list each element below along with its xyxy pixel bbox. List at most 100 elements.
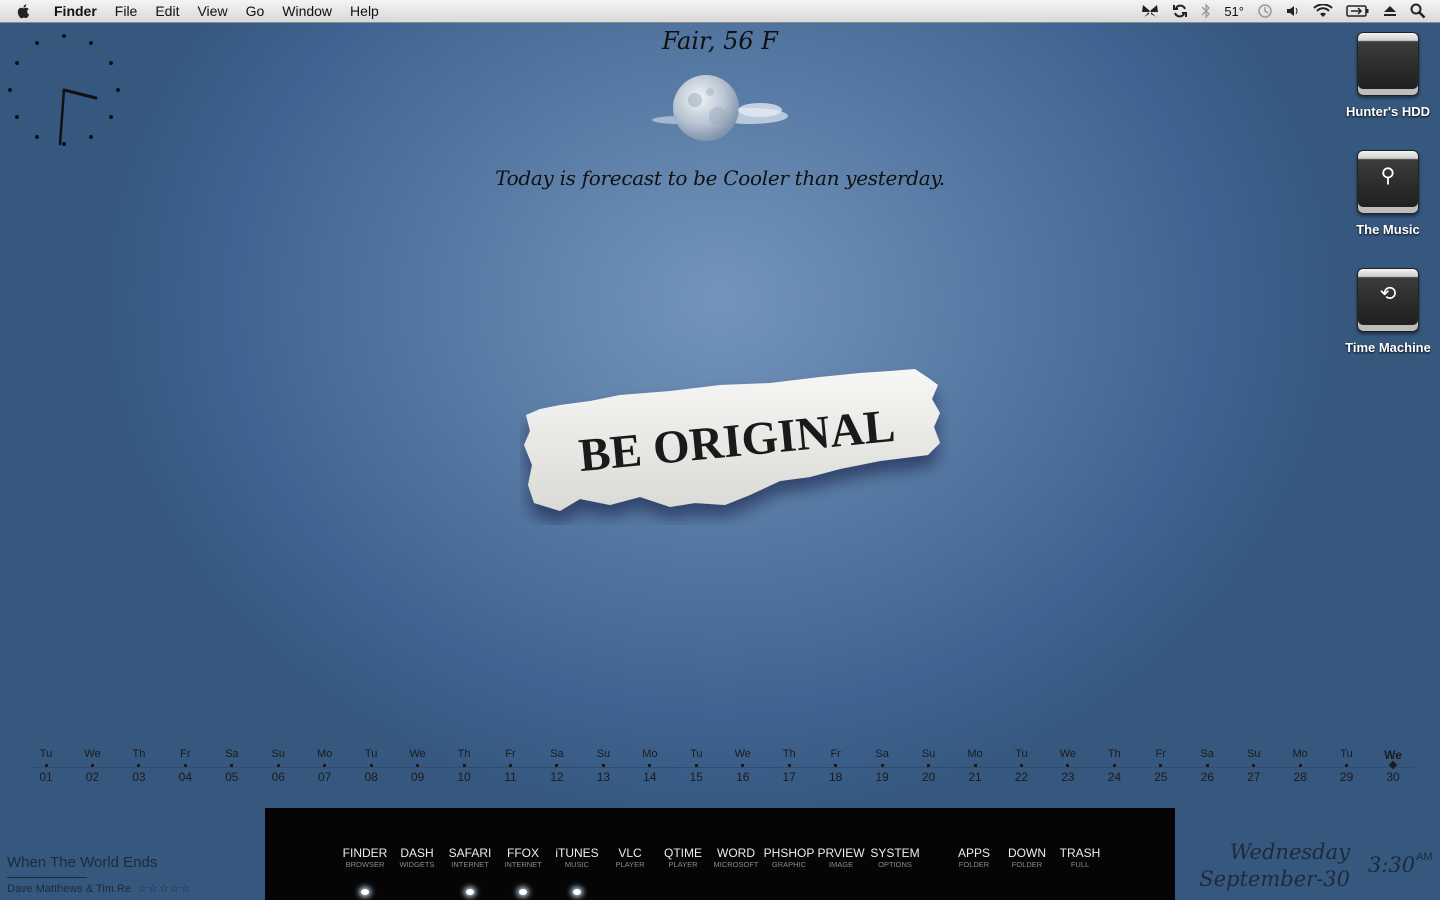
date-weekday: Wednesday — [1229, 840, 1350, 864]
firewire-drive-icon: ⚲ — [1357, 150, 1419, 214]
dock-item-trash[interactable]: TRASH FULL — [1050, 847, 1110, 870]
calendar-date: 14 — [643, 770, 657, 784]
calendar-date: 10 — [457, 770, 471, 784]
calendar-day: We 23 — [1048, 748, 1088, 784]
butterfly-icon[interactable] — [1141, 4, 1159, 18]
dock-item-qtime[interactable]: QTIME PLAYER — [653, 847, 713, 870]
calendar-day: Mo 14 — [630, 748, 670, 784]
calendar-date: 05 — [225, 770, 239, 784]
calendar-day: Fr 25 — [1141, 748, 1181, 784]
dock-item-dash[interactable]: DASH WIDGETS — [387, 847, 447, 870]
calendar-day: We 09 — [398, 748, 438, 784]
calendar-date: 06 — [271, 770, 285, 784]
calendar-date: 02 — [85, 770, 100, 784]
dock-item-apps[interactable]: APPS FOLDER — [944, 846, 1004, 870]
calendar-day: Su 27 — [1234, 748, 1274, 784]
dock-item-itunes[interactable]: iTUNES MUSIC — [547, 847, 607, 895]
drive-label: The Music — [1356, 222, 1420, 237]
dock-item-word[interactable]: WORD MICROSOFT — [706, 847, 766, 870]
calendar-dot — [880, 764, 884, 767]
calendar-day: Fr 04 — [165, 748, 205, 784]
calendar-date: 07 — [318, 770, 332, 784]
calendar-dot — [1019, 764, 1023, 767]
drive-label: Time Machine — [1345, 340, 1431, 355]
calendar-dot — [741, 764, 745, 767]
calendar-day: Sa 05 — [212, 748, 252, 784]
dock-item-subtitle: MUSIC — [564, 860, 590, 869]
calendar-dot — [462, 764, 466, 767]
drive-the-music[interactable]: ⚲ The Music — [1340, 150, 1436, 237]
calendar-date: 01 — [39, 770, 53, 784]
sync-icon[interactable] — [1172, 3, 1188, 19]
calendar-day: Mo 28 — [1280, 748, 1320, 784]
dock-item-vlc[interactable]: VLC PLAYER — [600, 846, 660, 870]
calendar-weekday: Th — [457, 748, 471, 760]
calendar-dot — [1252, 764, 1256, 767]
calendar-day: Mo 21 — [955, 748, 995, 784]
menu-edit[interactable]: Edit — [146, 0, 188, 22]
calendar-weekday: Mo — [642, 748, 658, 760]
calendar-date: 21 — [968, 770, 982, 784]
dock-item-subtitle: PLAYER — [615, 860, 645, 869]
calendar-day: Th 03 — [119, 748, 159, 784]
time-ampm: AM — [1416, 851, 1433, 863]
calendar-date: 28 — [1293, 770, 1307, 784]
calendar-day: Su 13 — [583, 748, 623, 784]
calendar-weekday: We — [409, 748, 426, 760]
clock-hour-hand — [62, 88, 98, 100]
drive-hunters-hdd[interactable]: Hunter's HDD — [1340, 32, 1436, 119]
dock-item-name: VLC — [618, 846, 642, 860]
dock-item-down[interactable]: DOWN FOLDER — [997, 847, 1057, 870]
volume-icon[interactable] — [1286, 4, 1300, 18]
dock-item-subtitle: FOLDER — [958, 860, 990, 869]
temperature-readout[interactable]: 51° — [1224, 4, 1244, 19]
menu-app-finder[interactable]: Finder — [54, 0, 106, 22]
dock-item-prview[interactable]: PRVIEW IMAGE — [811, 847, 871, 870]
calendar-day: We 30 — [1373, 748, 1413, 784]
menu-help[interactable]: Help — [341, 0, 388, 22]
calendar-dot — [1112, 764, 1116, 767]
eject-icon[interactable] — [1383, 4, 1397, 18]
dock-item-system[interactable]: SYSTEM OPTIONS — [865, 846, 925, 870]
calendar-date: 24 — [1107, 770, 1122, 784]
calendar-dot — [555, 764, 559, 767]
calendar-weekday: Sa — [1200, 748, 1214, 760]
calendar-dot — [44, 764, 48, 767]
time-machine-icon[interactable] — [1257, 3, 1273, 19]
calendar-weekday: Th — [132, 748, 146, 760]
calendar-day: Sa 12 — [537, 748, 577, 784]
drive-time-machine[interactable]: ⟲ Time Machine — [1340, 268, 1436, 355]
dock-item-finder[interactable]: FINDER BROWSER — [335, 847, 395, 895]
menu-window[interactable]: Window — [273, 0, 341, 22]
calendar-dot — [509, 764, 512, 767]
bluetooth-icon[interactable] — [1201, 3, 1211, 19]
dock-item-name: SYSTEM — [870, 846, 920, 860]
dock-item-name: APPS — [957, 846, 990, 860]
rating-stars[interactable]: ☆☆☆☆☆ — [137, 883, 191, 895]
dock-item-safari[interactable]: SAFARI INTERNET — [440, 847, 500, 895]
calendar-dot — [1066, 764, 1070, 767]
dock-item-subtitle: BROWSER — [345, 860, 385, 869]
calendar-weekday: Sa — [875, 748, 889, 760]
calendar-day: Tu 15 — [676, 748, 716, 784]
calendar-strip: Tu 01 We 02 Th 03 Fr 04 Sa 05 Su 06 Mo 07 Tu 08 We 09 Th 10… — [0, 748, 1440, 788]
dock-item-ffox[interactable]: FFOX INTERNET — [493, 846, 553, 895]
calendar-date: 17 — [782, 770, 796, 784]
apple-menu-icon[interactable] — [16, 3, 40, 19]
dock-item-name: FFOX — [507, 846, 539, 860]
wifi-icon[interactable] — [1313, 4, 1333, 18]
battery-icon[interactable] — [1346, 4, 1370, 18]
now-playing-title: When The World Ends — [7, 854, 158, 871]
calendar-day: Sa 19 — [862, 748, 902, 784]
spotlight-icon[interactable] — [1410, 3, 1426, 19]
menu-view[interactable]: View — [188, 0, 236, 22]
calendar-dot — [648, 764, 652, 767]
menu-file[interactable]: File — [106, 0, 147, 22]
dock-item-phshop[interactable]: PHSHOP GRAPHIC — [759, 847, 819, 870]
calendar-weekday: Tu — [1340, 748, 1353, 760]
menu-go[interactable]: Go — [237, 0, 274, 22]
calendar-date: 03 — [132, 770, 146, 784]
calendar-day: Tu 08 — [351, 748, 391, 784]
calendar-dot — [973, 764, 977, 767]
calendar-day: Th 10 — [444, 748, 484, 784]
